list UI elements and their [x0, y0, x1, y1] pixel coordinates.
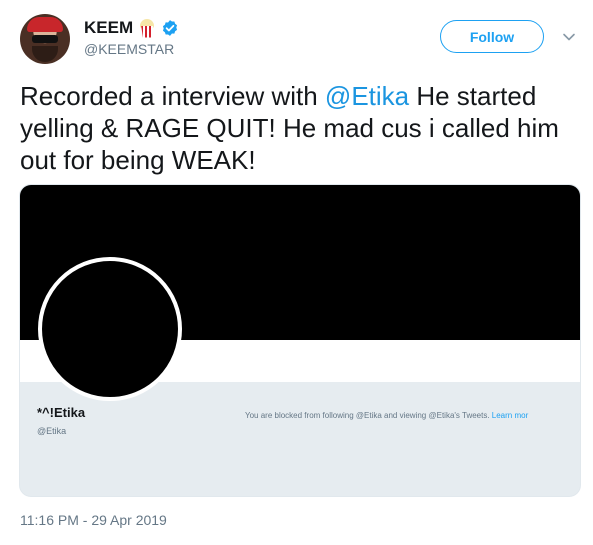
- learn-more-link[interactable]: Learn mor: [492, 411, 528, 420]
- blocked-message: You are blocked from following @Etika an…: [245, 411, 528, 420]
- display-name[interactable]: KEEM: [84, 18, 133, 38]
- mention-link[interactable]: @Etika: [325, 81, 409, 111]
- blocked-message-text: You are blocked from following @Etika an…: [245, 411, 492, 420]
- avatar[interactable]: [20, 14, 70, 64]
- profile-avatar[interactable]: [38, 257, 182, 401]
- tweet-text: Recorded a interview with @Etika He star…: [20, 80, 580, 176]
- user-handle[interactable]: @KEEMSTAR: [84, 41, 174, 57]
- profile-handle: @Etika: [37, 426, 67, 436]
- follow-button[interactable]: Follow: [440, 20, 544, 53]
- avatar-cap: [27, 17, 63, 32]
- avatar-glasses: [32, 35, 58, 43]
- verified-badge-icon: [163, 20, 178, 36]
- tweet-header: KEEM @KEEMSTAR Follow: [0, 0, 593, 72]
- profile-name[interactable]: *^!Etika: [37, 405, 85, 420]
- embedded-profile-card[interactable]: *^!Etika @Etika You are blocked from fol…: [19, 184, 581, 497]
- tweet-text-start: Recorded a interview with: [20, 81, 325, 111]
- name-row: KEEM: [84, 16, 179, 40]
- tweet-timestamp[interactable]: 11:16 PM - 29 Apr 2019: [20, 512, 167, 528]
- avatar-beard: [32, 46, 58, 62]
- popcorn-icon: [138, 18, 156, 39]
- chevron-down-icon[interactable]: [562, 32, 576, 42]
